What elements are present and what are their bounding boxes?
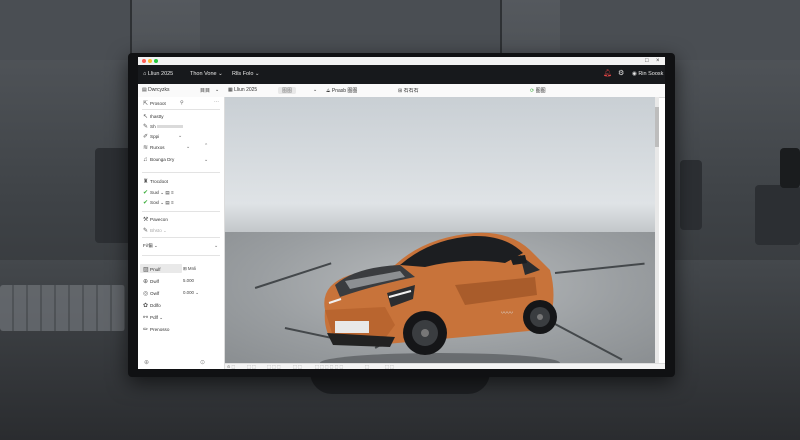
tool-item[interactable]: ≋ Rurxos	[143, 144, 165, 151]
close-icon[interactable]: ×	[656, 57, 660, 65]
close-dot-icon[interactable]	[142, 59, 146, 63]
eye-icon: ◎	[143, 291, 149, 297]
prop-value-field[interactable]: 0.000 ⌄	[183, 290, 199, 296]
tool-item[interactable]: ✎ Sh	[143, 123, 183, 130]
check-icon: ✔	[143, 200, 149, 206]
prop-row[interactable]: ✏ Prenosso	[143, 326, 169, 333]
background-monitor	[755, 185, 800, 245]
trophy-icon: ♜	[143, 179, 149, 185]
chevron-down-icon[interactable]: ⌄	[204, 157, 208, 163]
globe-icon: ⊕	[143, 279, 149, 285]
wall-panel	[200, 0, 502, 60]
layers-icon: ≋	[143, 145, 149, 151]
menu-item-file[interactable]: Rlls Folo ⌄	[232, 71, 260, 77]
status-item[interactable]: ⬚	[365, 364, 369, 369]
divider	[142, 172, 220, 173]
viewport-scrollbar-thumb[interactable]	[655, 107, 659, 147]
car-model[interactable]: 〰〰	[305, 215, 565, 363]
user-menu[interactable]: ◉ Rin Soosk	[632, 71, 663, 77]
tag-icon: ✿	[143, 303, 149, 309]
wall-panel	[560, 0, 800, 60]
minimize-dot-icon[interactable]	[148, 59, 152, 63]
settings-icon[interactable]: ⚙	[618, 69, 624, 79]
app-menubar: ⌂ Lliun 2025 Thon Vone ⌄ Rlls Folo ⌄ 🔔︎ …	[138, 65, 665, 84]
divider	[142, 255, 220, 256]
prop-row[interactable]: ✿ Ddlfo	[143, 302, 161, 309]
status-bar: ⊙ ⬚ ⬚ ⬚ ⬚ ⬚ ⬚ ⬚ ⬚ ⬚ ⬚ ⬚ ⬚ ⬚ ⬚ ⬚ ⬚ ⬚	[225, 363, 665, 369]
prop-row[interactable]: ▨Pnulf	[143, 266, 160, 273]
app-title: ⌂ Lliun 2025	[143, 71, 174, 77]
svg-text:〰〰: 〰〰	[501, 311, 513, 317]
panel-selector[interactable]: ▤ Dwrcyzks	[142, 87, 170, 93]
add-icon[interactable]: ⊕	[144, 359, 149, 366]
menu-item-view[interactable]: Thon Vone ⌄	[190, 71, 223, 77]
section-title: ⚒ Pavecon	[143, 217, 168, 223]
maximize-dot-icon[interactable]	[154, 59, 158, 63]
divider	[142, 109, 220, 110]
document-title[interactable]: ▦ Lliun 2025	[228, 87, 257, 93]
status-item[interactable]: ⬚ ⬚	[293, 364, 302, 369]
3d-viewport[interactable]: 〰〰	[225, 97, 659, 363]
section-item[interactable]: ✔ Suxl ⌄ ▤ ≡	[143, 189, 174, 196]
render-button[interactable]: ⟁ Pnasb 图图	[326, 87, 357, 94]
cursor-icon: ⇱	[143, 101, 149, 107]
panel-header: ⇱ Prosoot	[143, 101, 166, 107]
wall-panel	[0, 0, 132, 60]
divider	[142, 211, 220, 212]
section-sub[interactable]: ✎ Bhsto ⌄	[143, 227, 167, 234]
prop-value[interactable]: ⊞ Mnli	[183, 266, 196, 272]
prop-row[interactable]: ◎ Owlf	[143, 290, 159, 297]
image-icon: ▨	[143, 267, 149, 273]
mode-pill[interactable]: 图图	[278, 87, 297, 94]
screen: □ × ⌂ Lliun 2025 Thon Vone ⌄ Rlls Folo ⌄…	[138, 57, 665, 369]
sync-button[interactable]: ⟳ 图图	[530, 87, 546, 94]
toolbar: ▤ Dwrcyzks 目目 ⌄ ▦ Lliun 2025 图图 ⌄ ⟁ Pnas…	[138, 84, 665, 98]
camera-button[interactable]: ⊞ 石石石	[398, 87, 419, 94]
status-item[interactable]: ⬚ ⬚	[385, 364, 394, 369]
pencil-icon: ✏	[143, 327, 149, 333]
status-item[interactable]: ⬚ ⬚ ⬚	[267, 364, 281, 369]
notification-icon[interactable]: 🔔︎	[603, 69, 612, 79]
monitor: □ × ⌂ Lliun 2025 Thon Vone ⌄ Rlls Folo ⌄…	[128, 53, 675, 377]
tool-item[interactable]: ♫ Bounga Dry	[143, 157, 174, 163]
check-icon: ✔	[143, 190, 149, 196]
pointer-icon: ↖	[143, 114, 149, 120]
redacted-value	[156, 125, 183, 129]
music-icon: ♫	[143, 157, 148, 163]
status-item[interactable]: ⬚ ⬚	[247, 364, 256, 369]
chevron-down-icon[interactable]: ⌄	[178, 133, 182, 139]
link-icon: ⚯	[143, 315, 149, 321]
section-title: ♜ Trocdoot	[143, 179, 168, 185]
divider	[142, 237, 220, 238]
settings-small-icon[interactable]: ⊙	[200, 359, 205, 366]
tool-item[interactable]: ↖ Ihastty	[143, 113, 164, 120]
chevron-down-icon[interactable]: ⌄	[313, 87, 317, 93]
tool-item[interactable]: ✐ Sppi	[143, 133, 159, 140]
background-monitor	[680, 160, 702, 230]
section-sub[interactable]: Fi/偏 ⌄	[143, 243, 158, 249]
search-icon[interactable]: ⚲	[180, 100, 184, 106]
status-item[interactable]: ⬚ ⬚ ⬚ ⬚ ⬚ ⬚	[315, 364, 343, 369]
background-keyboard	[0, 285, 125, 331]
panel-button[interactable]: 目目	[200, 87, 210, 94]
tool-icon: ⚒	[143, 217, 149, 223]
brush-icon: ✐	[143, 134, 149, 140]
maximize-icon[interactable]: □	[645, 57, 649, 65]
more-icon[interactable]: ⋯	[214, 99, 219, 105]
chevron-down-icon[interactable]: ⌄	[186, 144, 190, 150]
prop-value-field[interactable]: 5.000	[183, 278, 194, 283]
edit-icon: ✎	[143, 228, 149, 234]
pen-icon: ✎	[143, 124, 149, 130]
prop-row[interactable]: ⚯ Pdlf ⌄	[143, 314, 163, 321]
prop-row[interactable]: ⊕ Dwlf	[143, 278, 159, 285]
chevron-down-icon[interactable]: ⌄	[215, 87, 219, 93]
properties-panel: ⇱ Prosoot ⚲ ⋯ ↖ Ihastty ✎ Sh ✐ Sppi ⌄ ≋ Rurxo…	[138, 97, 225, 369]
chevron-up-icon[interactable]: ⌃	[204, 143, 208, 149]
chevron-down-icon[interactable]: ⌄	[214, 243, 218, 249]
section-item[interactable]: ✔ Soxl ⌄ ▤ ≡	[143, 199, 174, 206]
background-monitor	[780, 148, 800, 188]
status-item[interactable]: ⊙ ⬚	[227, 364, 235, 369]
